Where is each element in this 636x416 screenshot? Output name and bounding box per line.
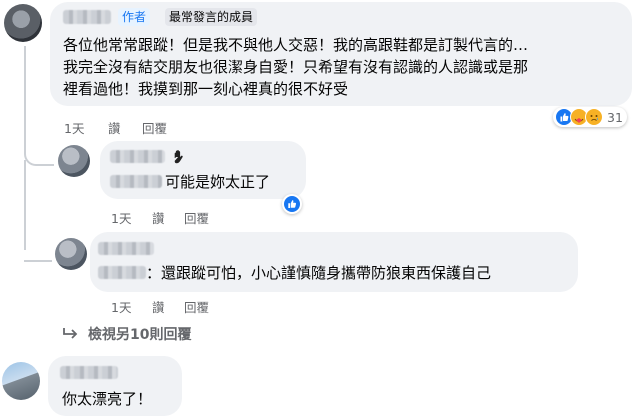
reaction-summary[interactable]: 31: [553, 107, 627, 127]
reply-button[interactable]: 回覆: [184, 208, 209, 227]
comment-time[interactable]: 1天: [64, 118, 84, 137]
author-badge: 作者: [118, 8, 151, 26]
avatar[interactable]: [58, 145, 90, 177]
reply-time[interactable]: 1天: [111, 208, 131, 227]
comment-text-line: 裡看過他！我摸到那一刻心裡真的很不好受: [63, 80, 349, 98]
commenter-tag-blurred: [110, 175, 162, 188]
reply-text: ：還跟蹤可怕，小心謹慎隨身攜帶防狼東西保護自己: [146, 264, 492, 282]
commenter-name-blurred[interactable]: [110, 150, 165, 163]
wave-hand-emoji-icon: [170, 147, 190, 171]
like-button[interactable]: 讚: [152, 297, 165, 316]
commenter-name-blurred[interactable]: [63, 10, 111, 24]
thread-line: [24, 46, 54, 166]
commenter-tag-blurred: [98, 266, 146, 279]
commenter-name-blurred[interactable]: [98, 242, 154, 255]
reply-time[interactable]: 1天: [111, 297, 131, 316]
comment-text: 你太漂亮了！: [62, 390, 153, 408]
reply-button[interactable]: 回覆: [142, 118, 167, 137]
comment-text-line: 各位他常常跟蹤！但是我不與他人交惡！我的高跟鞋都是訂製代言的…: [63, 36, 529, 54]
top-fan-badge: 最常發言的成員: [165, 8, 258, 26]
reaction-count: 31: [607, 109, 623, 125]
thread-line: [24, 250, 52, 262]
like-reaction-icon[interactable]: [282, 194, 302, 214]
comment-text-line: 我完全沒有結交朋友也很潔身自愛！只希望有沒有認識的人認識或是那: [63, 58, 529, 76]
avatar[interactable]: [4, 4, 42, 42]
sad-reaction-icon: [585, 108, 603, 126]
commenter-name-blurred[interactable]: [60, 366, 118, 379]
like-button[interactable]: 讚: [152, 208, 165, 227]
avatar[interactable]: [2, 362, 40, 400]
avatar[interactable]: [55, 238, 87, 270]
view-more-replies-link[interactable]: 檢視另10則回覆: [88, 324, 191, 344]
reply-text: 可能是妳太正了: [165, 173, 271, 191]
reply-arrow-icon: [62, 326, 80, 345]
reply-button[interactable]: 回覆: [184, 297, 209, 316]
like-button[interactable]: 讚: [108, 118, 121, 137]
thread-line: [24, 160, 50, 250]
